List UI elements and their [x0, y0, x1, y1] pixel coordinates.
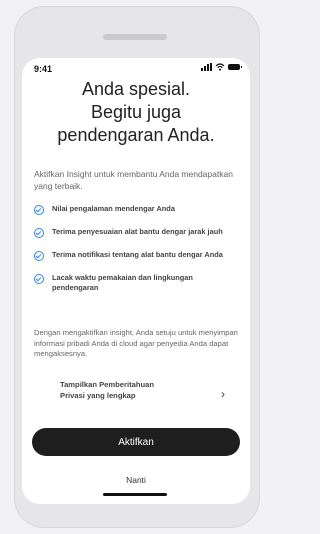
- privacy-notice-link[interactable]: Tampilkan Pemberitahuan Privasi yang len…: [60, 379, 225, 407]
- title-line-3: pendengaran Anda.: [57, 125, 215, 145]
- check-circle-icon: [34, 274, 44, 284]
- feature-text: Nilai pengalaman mendengar Anda: [52, 204, 175, 213]
- phone-top-notch: [103, 34, 167, 40]
- feature-item: Terima notifikasi tentang alat bantu den…: [34, 250, 237, 261]
- feature-item: Nilai pengalaman mendengar Anda: [34, 204, 237, 215]
- home-indicator: [103, 493, 167, 496]
- status-bar: 9:41: [22, 58, 250, 80]
- title-line-2: Begitu juga: [90, 102, 182, 122]
- privacy-link-line-2: Privasi yang lengkap: [60, 391, 136, 400]
- check-circle-icon: [34, 251, 44, 261]
- privacy-link-line-1: Tampilkan Pemberitahuan: [60, 380, 154, 389]
- feature-text: Lacak waktu pemakaian dan lingkungan pen…: [52, 273, 193, 292]
- check-circle-icon: [34, 228, 44, 238]
- signal-bars-icon: [201, 63, 212, 71]
- later-button[interactable]: Nanti: [22, 475, 250, 485]
- chevron-right-icon: ›: [221, 387, 225, 401]
- battery-icon: [228, 64, 242, 70]
- check-circle-icon: [34, 205, 44, 215]
- intro-text: Aktifkan Insight untuk membantu Anda men…: [34, 169, 233, 191]
- activate-button[interactable]: Aktifkan: [32, 428, 240, 456]
- feature-text: Terima notifikasi tentang alat bantu den…: [52, 250, 223, 259]
- page-title: Anda spesial. Begitu juga pendengaran An…: [22, 78, 250, 147]
- status-icons: [201, 63, 242, 71]
- consent-text: Dengan mengaktifkan insight, Anda setuju…: [34, 328, 238, 358]
- title-line-1: Anda spesial.: [81, 79, 191, 99]
- wifi-icon: [215, 63, 225, 71]
- feature-text: Terima penyesuaian alat bantu dengar jar…: [52, 227, 223, 236]
- feature-item: Lacak waktu pemakaian dan lingkungan pen…: [34, 273, 237, 293]
- onboarding-screen: 9:41 Anda spesial. Begitu juga pendengar…: [22, 58, 250, 504]
- status-time: 9:41: [34, 64, 53, 74]
- feature-item: Terima penyesuaian alat bantu dengar jar…: [34, 227, 237, 238]
